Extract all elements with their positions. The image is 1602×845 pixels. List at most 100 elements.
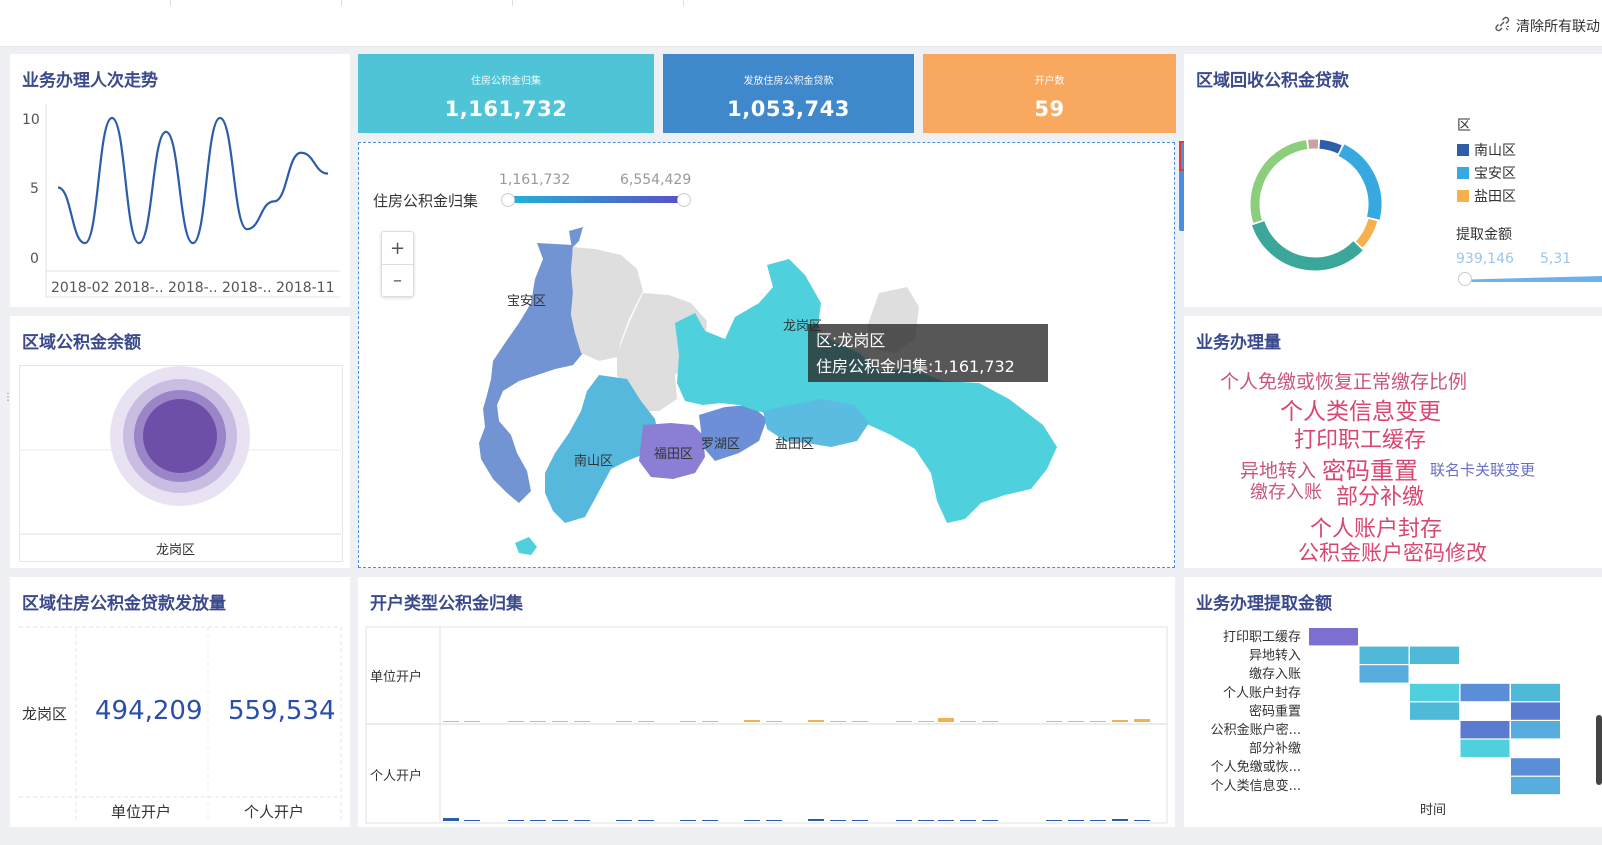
kpi-tile-accounts[interactable]: 开户数 59 xyxy=(923,54,1176,133)
heatmap-cell[interactable] xyxy=(1511,776,1560,795)
bar[interactable] xyxy=(1112,720,1128,722)
bar[interactable] xyxy=(1068,820,1084,821)
donut-slice[interactable] xyxy=(1250,140,1308,223)
district-baoan-north[interactable] xyxy=(491,243,583,389)
recovery-donut[interactable] xyxy=(1184,54,1602,307)
bar[interactable] xyxy=(680,721,696,722)
word-item[interactable]: 个人免缴或恢复正常缴存比例 xyxy=(1220,367,1467,394)
bar[interactable] xyxy=(808,720,824,722)
kpi-tile-loan[interactable]: 发放住房公积金贷款 1,053,743 xyxy=(663,54,914,133)
cell-value[interactable]: 494,209 xyxy=(95,696,203,726)
bar[interactable] xyxy=(744,720,760,722)
heatmap-cell[interactable] xyxy=(1460,739,1510,757)
scrollbar[interactable] xyxy=(1596,715,1602,785)
bar[interactable] xyxy=(852,721,868,722)
bar[interactable] xyxy=(508,721,524,722)
heatmap-cell[interactable] xyxy=(1410,646,1459,664)
heatmap-cell[interactable] xyxy=(1460,721,1510,739)
trend-chart[interactable]: 10 5 0 2018-02 2018-.. 2018-.. 2018-.. 2… xyxy=(10,54,350,307)
heatmap-cell[interactable] xyxy=(1511,721,1560,739)
bar[interactable] xyxy=(938,820,954,821)
resize-handle[interactable]: ⋮ xyxy=(3,393,13,412)
bar[interactable] xyxy=(1046,820,1062,821)
bar[interactable] xyxy=(830,820,846,821)
district-luohu[interactable] xyxy=(699,405,767,461)
bar[interactable] xyxy=(830,721,846,722)
trend-series-line[interactable] xyxy=(57,116,329,245)
district-map[interactable]: 宝安区 龙岗区 南山区 福田区 罗湖区 盐田区 xyxy=(359,143,1174,567)
size-handle[interactable] xyxy=(1458,272,1472,286)
bar[interactable] xyxy=(574,820,590,821)
bar[interactable] xyxy=(702,721,718,722)
bar[interactable] xyxy=(808,819,824,821)
bar[interactable] xyxy=(1112,819,1128,821)
bar[interactable] xyxy=(638,721,654,722)
bar[interactable] xyxy=(744,820,760,821)
bar[interactable] xyxy=(530,721,546,722)
bar[interactable] xyxy=(552,820,568,821)
bar[interactable] xyxy=(530,820,546,821)
heatmap-cell[interactable] xyxy=(1410,683,1459,702)
heatmap-cell[interactable] xyxy=(1511,758,1560,776)
word-item[interactable]: 公积金账户密码修改 xyxy=(1298,537,1487,567)
bar[interactable] xyxy=(552,721,568,722)
bar[interactable] xyxy=(852,820,868,821)
bar[interactable] xyxy=(616,721,632,722)
word-item[interactable]: 个人类信息变更 xyxy=(1280,392,1441,426)
bar[interactable] xyxy=(680,820,696,821)
bar[interactable] xyxy=(638,820,654,821)
district-longgang[interactable] xyxy=(675,259,1057,523)
bar[interactable] xyxy=(918,721,934,722)
heatmap-cell[interactable] xyxy=(1359,665,1409,683)
bar[interactable] xyxy=(443,721,459,722)
cell-value[interactable]: 559,534 xyxy=(228,696,336,726)
bar[interactable] xyxy=(938,718,954,722)
bar[interactable] xyxy=(443,818,459,821)
bar[interactable] xyxy=(702,820,718,821)
bar[interactable] xyxy=(574,721,590,722)
donut-slice[interactable] xyxy=(1252,220,1363,271)
word-item[interactable]: 联名卡关联变更 xyxy=(1430,459,1535,480)
heatmap-cell[interactable] xyxy=(1410,702,1459,720)
bar[interactable] xyxy=(1134,820,1150,821)
bar[interactable] xyxy=(982,820,998,821)
bar[interactable] xyxy=(464,721,480,722)
bar[interactable] xyxy=(960,820,976,821)
bar[interactable] xyxy=(896,721,912,722)
tab-strip[interactable] xyxy=(0,0,760,6)
bar[interactable] xyxy=(766,820,782,821)
bar[interactable] xyxy=(982,721,998,722)
balance-chart[interactable]: 龙岗区 xyxy=(10,316,350,568)
bar[interactable] xyxy=(960,721,976,722)
kpi-tile-collection[interactable]: 住房公积金归集 1,161,732 xyxy=(358,54,654,133)
word-item[interactable]: 打印职工缓存 xyxy=(1294,422,1426,454)
heatmap-cell[interactable] xyxy=(1511,702,1560,720)
bar[interactable] xyxy=(1134,719,1150,722)
legend-item[interactable]: 盐田区 xyxy=(1457,186,1516,206)
legend-item[interactable]: 宝安区 xyxy=(1457,163,1516,183)
bar[interactable] xyxy=(464,820,480,821)
bar[interactable] xyxy=(508,820,524,821)
bar[interactable] xyxy=(616,820,632,821)
bar[interactable] xyxy=(1046,721,1062,722)
legend-item[interactable]: 南山区 xyxy=(1457,140,1516,160)
bubble[interactable] xyxy=(143,399,217,473)
bar[interactable] xyxy=(1090,721,1106,722)
word-item[interactable]: 缴存入账 xyxy=(1250,478,1322,504)
bar[interactable] xyxy=(1068,721,1084,722)
heatmap-cell[interactable] xyxy=(1511,683,1560,702)
word-item[interactable]: 部分补缴 xyxy=(1336,479,1424,511)
clear-all-link[interactable]: 清除所有联动 xyxy=(1494,16,1600,36)
heatmap-cell[interactable] xyxy=(1309,628,1358,646)
bar[interactable] xyxy=(1090,820,1106,821)
bar[interactable] xyxy=(918,820,934,821)
donut-slice[interactable] xyxy=(1319,139,1342,154)
donut-slice[interactable] xyxy=(1338,144,1382,220)
withdraw-heatmap[interactable]: 打印职工缓存异地转入缴存入账个人账户封存密码重置公积金账户密... 部分补缴个人免… xyxy=(1184,577,1602,827)
bar[interactable] xyxy=(766,721,782,722)
heatmap-cell[interactable] xyxy=(1460,683,1510,702)
bar[interactable] xyxy=(896,820,912,821)
heatmap-cell[interactable] xyxy=(1359,646,1409,664)
open-type-chart[interactable]: 单位开户 个人开户 xyxy=(358,577,1175,827)
donut-slice[interactable] xyxy=(1355,218,1378,248)
